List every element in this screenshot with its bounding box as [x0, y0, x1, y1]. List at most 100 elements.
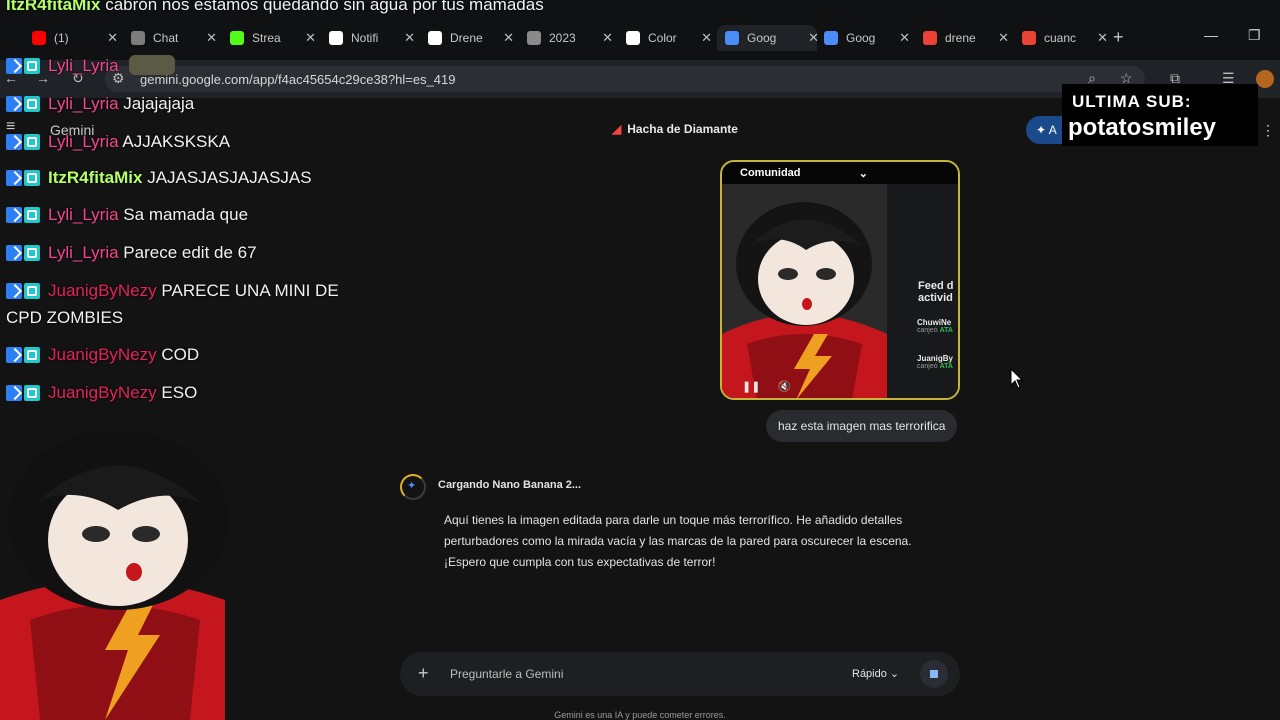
prompt-composer[interactable]: + Preguntarle a Gemini Rápido ⌄	[400, 652, 960, 696]
community-label: Comunidad	[740, 167, 801, 179]
chat-username: JuanigByNezy	[48, 383, 157, 402]
feed-user-1: ChuwiNe canjeó ATA	[917, 318, 953, 334]
model-mode-dropdown[interactable]: Rápido ⌄	[852, 667, 899, 680]
close-tab-icon[interactable]: ✕	[808, 30, 819, 46]
last-sub-name: potatosmiley	[1068, 114, 1217, 141]
tab-1[interactable]: Chat ✕	[131, 25, 217, 51]
chat-username: Lyli_Lyria	[48, 243, 119, 262]
feed-label: Feed d activid	[918, 280, 954, 304]
chat-username: Lyli_Lyria	[48, 94, 119, 113]
uploaded-image[interactable]: Comunidad ⌄ Feed d activid ChuwiNe canje…	[720, 160, 960, 400]
minimize-button[interactable]: —	[1204, 27, 1218, 43]
profile-avatar[interactable]	[1256, 70, 1274, 88]
sub-badge-icon	[24, 58, 40, 74]
close-tab-icon[interactable]: ✕	[206, 30, 217, 46]
add-attachment-icon[interactable]: +	[418, 663, 429, 684]
chat-username: ItzR4fitaMix	[48, 168, 143, 187]
stop-button[interactable]	[920, 660, 948, 688]
sub-badge-icon	[24, 245, 40, 261]
chat-username: JuanigByNezy	[48, 281, 157, 300]
chat-badges	[6, 207, 42, 228]
sub-badge-icon	[24, 96, 40, 112]
feed-user-2: JuanigBy canjeó ATA	[917, 354, 954, 370]
close-tab-icon[interactable]: ✕	[701, 30, 712, 46]
mouse-cursor-icon	[1010, 368, 1024, 389]
gemini-icon	[824, 31, 838, 45]
tab-label: Goog	[846, 31, 876, 45]
loading-status-text: Cargando Nano Banana 2...	[438, 479, 582, 491]
chat-message: JuanigByNezy COD	[6, 345, 199, 368]
chat-message: Lyli_Lyria Sa mamada que	[6, 205, 248, 228]
chatgpt-icon	[626, 31, 640, 45]
x-icon	[329, 31, 343, 45]
verified-badge-icon	[6, 58, 22, 74]
pause-icon: ❚❚	[742, 381, 761, 393]
chat-text-continued: CPD ZOMBIES	[6, 308, 124, 327]
chat-badges	[6, 58, 42, 79]
chat-text: COD	[161, 345, 200, 364]
tab-label: Strea	[252, 31, 281, 45]
tab-8[interactable]: Goog ✕	[824, 25, 910, 51]
chat-badges	[6, 347, 42, 368]
close-tab-icon[interactable]: ✕	[404, 30, 415, 46]
chat-message: Lyli_Lyria AJJAKSKSKA	[6, 132, 230, 155]
tab-7[interactable]: Goog ✕	[717, 25, 819, 51]
tab-5[interactable]: 2023 ✕	[527, 25, 613, 51]
tab-6[interactable]: Color ✕	[626, 25, 712, 51]
kick-icon	[230, 31, 244, 45]
close-tab-icon[interactable]: ✕	[998, 30, 1009, 46]
chat-title[interactable]: ◢ Hacha de Diamante	[612, 122, 738, 136]
gemini-spark-icon: ✦	[407, 480, 417, 492]
mute-icon: 🔇	[777, 381, 792, 393]
verified-badge-icon	[6, 96, 22, 112]
chat-emote	[129, 55, 176, 75]
verified-badge-icon	[6, 347, 22, 363]
tab-label: Goog	[747, 31, 777, 45]
more-options-icon[interactable]: ⋮	[1261, 122, 1275, 139]
verified-badge-icon	[6, 170, 22, 186]
tab-4[interactable]: Drene ✕	[428, 25, 514, 51]
chat-message: Lyli_Lyria Parece edit de 67	[6, 243, 257, 266]
stop-icon	[930, 670, 938, 678]
tab-3[interactable]: Notifi ✕	[329, 25, 415, 51]
chat-message: ItzR4fitaMix JAJASJASJAJASJAS	[6, 168, 312, 191]
maximize-button[interactable]: ❐	[1248, 27, 1261, 44]
sub-badge-icon	[24, 207, 40, 223]
avatar-image	[722, 184, 887, 398]
chat-username: Lyli_Lyria	[48, 132, 119, 151]
tab-10[interactable]: cuanc ✕	[1022, 25, 1108, 51]
verified-badge-icon	[6, 283, 22, 299]
sub-badge-icon	[24, 134, 40, 150]
loading-spinner: ✦	[400, 474, 426, 500]
chat-username: Lyli_Lyria	[48, 205, 119, 224]
close-tab-icon[interactable]: ✕	[305, 30, 316, 46]
chat-message: JuanigByNezy PARECE UNA MINI DE	[6, 281, 339, 304]
tab-9[interactable]: drene ✕	[923, 25, 1009, 51]
chat-text: Parece edit de 67	[123, 243, 257, 262]
chat-badges	[6, 96, 42, 117]
chevron-down-icon: ⌄	[858, 167, 868, 180]
chat-top-message: ItzR4fitaMix cabrón nos estamos quedando…	[6, 0, 544, 14]
prompt-input[interactable]: Preguntarle a Gemini	[450, 667, 563, 681]
url-text[interactable]: gemini.google.com/app/f4ac45654c29ce38?h…	[140, 72, 456, 87]
video-controls: ❚❚ 🔇	[742, 380, 791, 393]
tiktok-icon	[428, 31, 442, 45]
close-tab-icon[interactable]: ✕	[107, 30, 118, 46]
tab-label: Color	[648, 31, 677, 45]
chat-text: JAJASJASJAJASJAS	[147, 168, 312, 187]
chat-badges	[6, 283, 42, 304]
user-prompt-bubble: haz esta imagen mas terrorifica	[766, 410, 958, 442]
sub-badge-icon	[24, 170, 40, 186]
upgrade-button[interactable]: ✦ A	[1026, 116, 1066, 144]
tab-2[interactable]: Strea ✕	[230, 25, 316, 51]
close-tab-icon[interactable]: ✕	[503, 30, 514, 46]
globe-icon	[527, 31, 541, 45]
close-tab-icon[interactable]: ✕	[602, 30, 613, 46]
close-tab-icon[interactable]: ✕	[1097, 30, 1108, 46]
new-tab-button[interactable]: +	[1113, 27, 1124, 48]
close-tab-icon[interactable]: ✕	[899, 30, 910, 46]
model-response: Aquí tienes la imagen editada para darle…	[444, 513, 912, 569]
tab-label: cuanc	[1044, 31, 1077, 45]
chat-icon	[131, 31, 145, 45]
tab-0[interactable]: (1) ✕	[32, 25, 118, 51]
